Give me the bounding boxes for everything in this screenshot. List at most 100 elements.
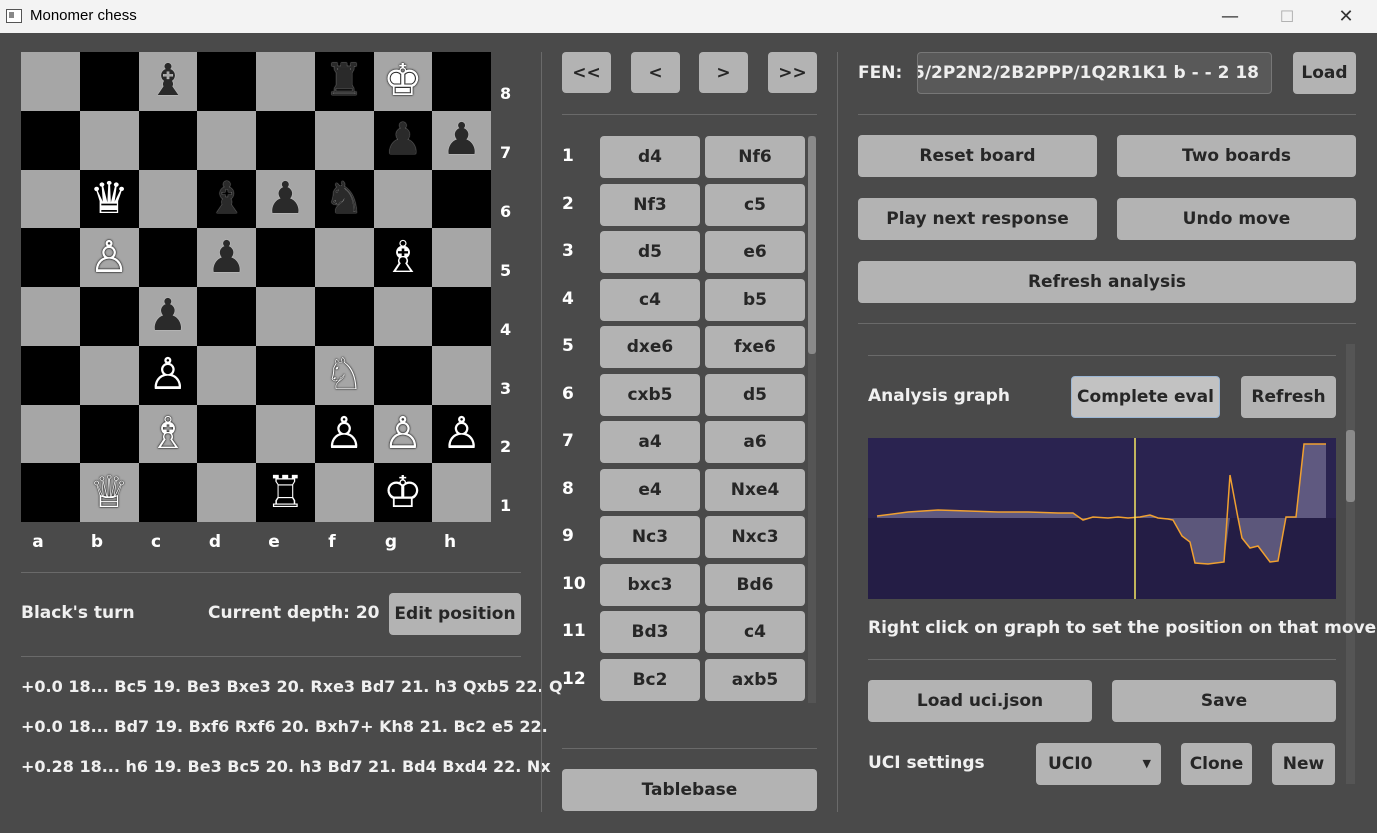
- white-move-button[interactable]: dxe6: [600, 326, 700, 368]
- board-square[interactable]: [373, 169, 433, 229]
- maximize-button[interactable]: ☐: [1258, 0, 1316, 33]
- board-square[interactable]: [21, 169, 80, 229]
- board-square[interactable]: [314, 287, 374, 346]
- black-move-button[interactable]: fxe6: [705, 326, 805, 368]
- white-move-button[interactable]: e4: [600, 468, 700, 511]
- undo-move-button[interactable]: Undo move: [1117, 198, 1356, 240]
- side-panel-scrollbar[interactable]: [1346, 344, 1355, 784]
- chess-piece-icon[interactable]: ♔: [383, 470, 422, 515]
- engine-line[interactable]: +0.0 18... Bc5 19. Be3 Bxe3 20. Rxe3 Bd7…: [21, 677, 563, 696]
- black-move-button[interactable]: Nxc3: [705, 516, 805, 558]
- board-square[interactable]: ♟: [432, 110, 491, 170]
- black-move-button[interactable]: b5: [705, 278, 805, 321]
- board-square[interactable]: ♙: [79, 228, 139, 287]
- move-list-scrollbar-thumb[interactable]: [808, 136, 816, 354]
- previous-move-button[interactable]: <: [631, 52, 680, 93]
- chess-piece-icon[interactable]: ♟: [266, 176, 305, 221]
- fen-input[interactable]: 1/2p5/2P2N2/2B2PPP/1Q2R1K1 b - - 2 18: [917, 52, 1272, 94]
- side-panel-scrollbar-thumb[interactable]: [1346, 430, 1355, 502]
- chess-piece-icon[interactable]: ♞: [324, 176, 363, 221]
- white-move-button[interactable]: d5: [600, 231, 700, 273]
- black-move-button[interactable]: Nf6: [705, 136, 805, 178]
- white-move-button[interactable]: cxb5: [600, 373, 700, 416]
- board-square[interactable]: [432, 345, 491, 405]
- board-square[interactable]: [373, 345, 433, 405]
- two-boards-button[interactable]: Two boards: [1117, 135, 1356, 177]
- chess-board[interactable]: ♝ ♜ ♚ ♟ ♟ ♛ ♝ ♟ ♞ ♙ ♟ ♗ ♟ ♙ ♘ ♗ ♙ ♙ ♙ ♕ ♖ ♔: [21, 52, 491, 522]
- engine-line[interactable]: +0.28 18... h6 19. Be3 Bc5 20. h3 Bd7 21…: [21, 757, 551, 776]
- load-fen-button[interactable]: Load: [1293, 52, 1356, 94]
- board-square[interactable]: ♙: [373, 404, 433, 464]
- chess-piece-icon[interactable]: ♚: [383, 59, 422, 103]
- last-move-button[interactable]: >>: [768, 52, 817, 93]
- chess-piece-icon[interactable]: ♗: [148, 411, 187, 456]
- next-move-button[interactable]: >: [699, 52, 748, 93]
- chess-piece-icon[interactable]: ♙: [324, 411, 363, 456]
- board-square[interactable]: ♟: [373, 110, 433, 170]
- chess-piece-icon[interactable]: ♝: [148, 59, 187, 103]
- board-square[interactable]: [21, 345, 80, 405]
- refresh-graph-button[interactable]: Refresh: [1241, 376, 1336, 418]
- chess-piece-icon[interactable]: ♟: [207, 235, 246, 280]
- board-square[interactable]: [373, 287, 433, 346]
- chess-piece-icon[interactable]: ♝: [207, 176, 246, 221]
- uci-profile-select[interactable]: UCI0 ▼: [1036, 743, 1161, 785]
- board-square[interactable]: [256, 287, 315, 346]
- board-square[interactable]: [314, 110, 374, 170]
- analysis-graph[interactable]: [868, 438, 1336, 599]
- chess-piece-icon[interactable]: ♟: [148, 294, 187, 338]
- black-move-button[interactable]: c5: [705, 183, 805, 226]
- black-move-button[interactable]: d5: [705, 373, 805, 416]
- board-square[interactable]: [197, 110, 256, 170]
- board-square[interactable]: ♘: [314, 345, 374, 405]
- chess-piece-icon[interactable]: ♜: [324, 59, 363, 103]
- board-square[interactable]: [79, 345, 139, 405]
- board-square[interactable]: [197, 463, 256, 522]
- board-square[interactable]: ♜: [314, 52, 374, 111]
- engine-line[interactable]: +0.0 18... Bd7 19. Bxf6 Rxf6 20. Bxh7+ K…: [21, 717, 548, 736]
- black-move-button[interactable]: Nxe4: [705, 468, 805, 511]
- board-square[interactable]: [256, 52, 315, 111]
- edit-position-button[interactable]: Edit position: [389, 593, 521, 635]
- board-square[interactable]: [138, 228, 198, 287]
- minimize-button[interactable]: —: [1201, 0, 1259, 33]
- board-square[interactable]: [256, 228, 315, 287]
- board-square[interactable]: [432, 52, 491, 111]
- chess-piece-icon[interactable]: ♟: [383, 118, 422, 162]
- white-move-button[interactable]: d4: [600, 136, 700, 178]
- board-square[interactable]: ♙: [314, 404, 374, 464]
- black-move-button[interactable]: axb5: [705, 658, 805, 701]
- chess-piece-icon[interactable]: ♛: [89, 176, 128, 221]
- chess-piece-icon[interactable]: ♙: [148, 353, 187, 397]
- white-move-button[interactable]: Bd3: [600, 611, 700, 653]
- board-square[interactable]: [21, 287, 80, 346]
- board-square[interactable]: [432, 169, 491, 229]
- board-square[interactable]: [21, 228, 80, 287]
- refresh-analysis-button[interactable]: Refresh analysis: [858, 261, 1356, 303]
- close-button[interactable]: ✕: [1317, 0, 1375, 33]
- board-square[interactable]: [256, 404, 315, 464]
- chess-piece-icon[interactable]: ♙: [383, 411, 422, 456]
- new-uci-button[interactable]: New: [1272, 743, 1335, 785]
- chess-piece-icon[interactable]: ♖: [266, 470, 305, 515]
- black-move-button[interactable]: a6: [705, 421, 805, 463]
- board-square[interactable]: ♚: [373, 52, 433, 111]
- board-square[interactable]: [432, 463, 491, 522]
- board-square[interactable]: ♝: [197, 169, 256, 229]
- chess-piece-icon[interactable]: ♕: [89, 470, 128, 515]
- black-move-button[interactable]: Bd6: [705, 563, 805, 606]
- white-move-button[interactable]: Nf3: [600, 183, 700, 226]
- board-square[interactable]: [79, 52, 139, 111]
- board-square[interactable]: ♟: [197, 228, 256, 287]
- load-uci-json-button[interactable]: Load uci.json: [868, 680, 1092, 722]
- first-move-button[interactable]: <<: [562, 52, 611, 93]
- chess-piece-icon[interactable]: ♗: [383, 235, 422, 280]
- board-square[interactable]: [138, 169, 198, 229]
- complete-eval-button[interactable]: Complete eval: [1071, 376, 1220, 418]
- board-square[interactable]: [21, 404, 80, 464]
- board-square[interactable]: [432, 228, 491, 287]
- board-square[interactable]: ♙: [432, 404, 491, 464]
- black-move-button[interactable]: c4: [705, 611, 805, 653]
- play-next-response-button[interactable]: Play next response: [858, 198, 1097, 240]
- board-square[interactable]: [197, 404, 256, 464]
